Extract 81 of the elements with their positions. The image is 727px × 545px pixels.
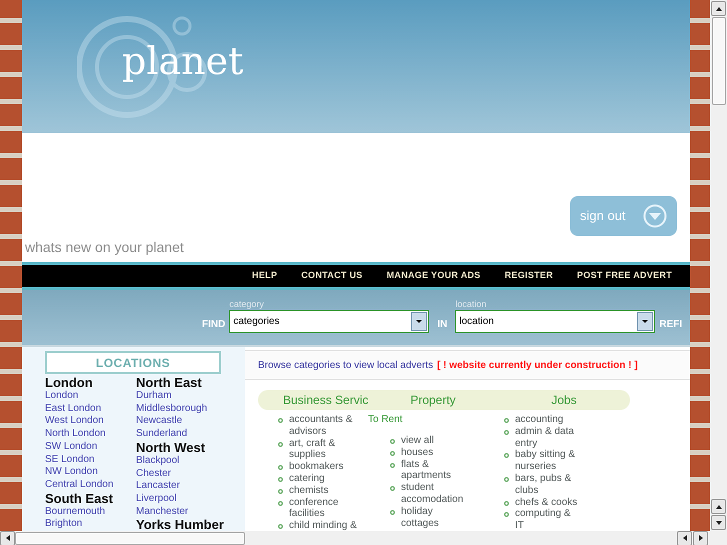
nav-link[interactable]: MANAGE YOUR ADS bbox=[386, 269, 481, 283]
dropdown-caret-icon bbox=[637, 312, 654, 331]
scroll-right-button[interactable] bbox=[693, 530, 708, 545]
refine-label: REFI bbox=[659, 318, 682, 332]
category-link[interactable]: chefs & cooks bbox=[515, 496, 579, 508]
scroll-left-button[interactable] bbox=[677, 530, 692, 545]
category-subheading: To Rent bbox=[368, 414, 404, 426]
location-link[interactable]: Bournemouth bbox=[45, 506, 136, 518]
bullet-icon bbox=[278, 476, 283, 482]
dropdown-value: categories bbox=[233, 315, 280, 329]
region-heading: Yorks Humber bbox=[136, 518, 225, 531]
dropdown-field[interactable]: categories bbox=[229, 310, 430, 333]
locations-title: LOCATIONS bbox=[45, 351, 221, 374]
bullet-icon bbox=[278, 465, 283, 470]
bullet-icon bbox=[504, 418, 509, 423]
region-heading: South East bbox=[45, 492, 114, 506]
location-link[interactable]: NW London bbox=[45, 466, 136, 479]
category-link[interactable]: catering bbox=[289, 472, 365, 485]
scroll-left-button[interactable] bbox=[0, 530, 15, 545]
find-label: FIND bbox=[202, 318, 226, 332]
bullet-icon bbox=[504, 476, 509, 482]
bullet-icon bbox=[278, 500, 283, 506]
location-link[interactable]: Newcastle bbox=[136, 415, 227, 428]
location-link[interactable]: Durham bbox=[136, 390, 227, 403]
location-link[interactable]: Blackpool bbox=[136, 454, 227, 468]
bullet-icon bbox=[504, 500, 509, 506]
dropdown-field[interactable]: location bbox=[455, 310, 656, 333]
location-link[interactable]: North London bbox=[45, 428, 136, 441]
location-link[interactable]: Manchester bbox=[136, 506, 227, 518]
category-link[interactable]: child minding & bbox=[289, 520, 365, 531]
scroll-up-button[interactable] bbox=[711, 499, 726, 514]
bullet-icon bbox=[390, 510, 395, 515]
region-heading: London bbox=[45, 376, 94, 390]
browse-notice: Browse categories to view local adverts bbox=[258, 358, 434, 372]
scroll-thumb[interactable] bbox=[15, 532, 245, 544]
nav-link[interactable]: HELP bbox=[252, 269, 278, 283]
bullet-icon bbox=[390, 439, 395, 444]
bullet-icon bbox=[278, 418, 283, 423]
nav-link[interactable]: CONTACT US bbox=[301, 269, 363, 283]
category-link[interactable]: accounting bbox=[515, 414, 579, 426]
scroll-thumb[interactable] bbox=[712, 17, 726, 105]
category-link[interactable]: chemists bbox=[289, 484, 365, 497]
bullet-icon bbox=[278, 524, 283, 530]
location-link[interactable]: SE London bbox=[45, 454, 136, 466]
category-link[interactable]: computing & IT bbox=[515, 508, 579, 531]
location-link[interactable]: Lancaster bbox=[136, 480, 227, 493]
category-link[interactable]: houses bbox=[401, 446, 473, 459]
category-link[interactable]: holiday cottages bbox=[401, 506, 473, 530]
category-link[interactable]: view all bbox=[401, 435, 473, 447]
bullet-icon bbox=[390, 450, 395, 456]
construction-warning: [ ! website currently under construction ! ] bbox=[437, 358, 638, 372]
region-heading: North West bbox=[136, 440, 206, 455]
location-link[interactable]: Brighton bbox=[45, 518, 136, 531]
category-link[interactable]: bookmakers bbox=[289, 461, 365, 473]
bullet-icon bbox=[278, 488, 283, 494]
bullet-icon bbox=[504, 512, 509, 518]
nav-link[interactable]: POST FREE ADVERT bbox=[577, 269, 672, 283]
location-link[interactable]: London bbox=[45, 390, 136, 403]
location-link[interactable]: SW London bbox=[45, 440, 136, 454]
location-link[interactable]: Sunderland bbox=[136, 428, 227, 441]
dropdown-value: location bbox=[459, 315, 495, 329]
field-label: category bbox=[229, 298, 265, 310]
field-label: location bbox=[455, 298, 488, 310]
scroll-down-button[interactable] bbox=[711, 515, 726, 530]
location-link[interactable]: East London bbox=[45, 402, 136, 416]
bullet-icon bbox=[504, 453, 509, 458]
location-link[interactable]: Central London bbox=[45, 478, 136, 492]
bullet-icon bbox=[390, 486, 395, 492]
bullet-icon bbox=[390, 462, 395, 468]
bullet-icon bbox=[504, 430, 509, 435]
region-heading: North East bbox=[136, 376, 203, 390]
scroll-up-button[interactable] bbox=[711, 1, 726, 16]
tagline: whats new on your planet bbox=[24, 238, 185, 257]
dropdown-caret-icon bbox=[411, 312, 428, 331]
location-link[interactable]: Chester bbox=[136, 468, 227, 480]
bullet-icon bbox=[278, 442, 283, 447]
in-label: IN bbox=[437, 318, 448, 332]
location-link[interactable]: Liverpool bbox=[136, 492, 227, 506]
location-link[interactable]: West London bbox=[45, 415, 136, 428]
nav-link[interactable]: REGISTER bbox=[504, 269, 554, 283]
location-link[interactable]: Middlesborough bbox=[136, 402, 227, 416]
